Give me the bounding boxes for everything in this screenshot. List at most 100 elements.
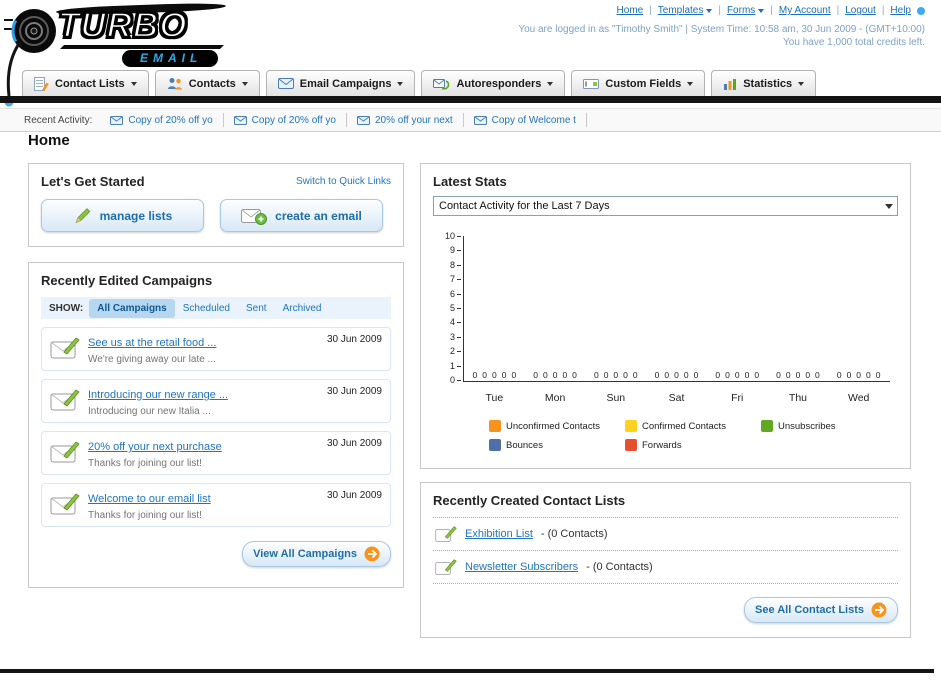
nav-link-my-account[interactable]: My Account	[779, 5, 831, 16]
chart-value-label: 0	[725, 370, 730, 380]
chart-value-group: 00000	[646, 370, 707, 380]
recent-campaigns-panel: Recently Edited Campaigns SHOW: All Camp…	[28, 262, 404, 588]
email-campaigns-icon	[277, 78, 294, 89]
tab-autoresponders[interactable]: Autoresponders	[421, 70, 566, 96]
x-axis-label: Wed	[847, 392, 870, 404]
tab-custom-fields[interactable]: Custom Fields	[571, 70, 706, 96]
chart-value-label: 0	[593, 370, 599, 380]
legend-label: Unconfirmed Contacts	[506, 420, 600, 432]
chart-value-label: 0	[632, 370, 638, 380]
chart-value-label: 0	[654, 370, 660, 380]
autoresponders-icon	[433, 78, 450, 90]
recent-activity-item-label: Copy of 20% off yo	[251, 114, 336, 126]
nav-link-logout[interactable]: Logout	[845, 5, 876, 16]
y-axis-tick: 9	[433, 246, 461, 255]
chevron-down-icon	[397, 81, 404, 86]
recent-activity-item[interactable]: 20% off your next	[347, 113, 464, 127]
legend-swatch	[625, 420, 637, 432]
switch-quick-links-link[interactable]: Switch to Quick Links	[296, 176, 391, 187]
view-all-campaigns-button[interactable]: View All Campaigns	[242, 541, 391, 567]
recent-activity-item[interactable]: Copy of 20% off yo	[224, 113, 347, 127]
tab-label: Statistics	[743, 77, 793, 90]
recent-activity-bar: Recent Activity: Copy of 20% off yo Copy…	[0, 108, 941, 132]
filter-scheduled[interactable]: Scheduled	[175, 299, 238, 318]
pencil-icon	[75, 207, 90, 223]
tab-contacts[interactable]: Contacts	[154, 70, 260, 96]
chart-value-groups: 00000000000000000000000000000000000	[464, 370, 889, 380]
chevron-down-icon	[758, 8, 765, 13]
recent-activity-item-label: Copy of Welcome t	[491, 114, 576, 126]
create-email-button[interactable]: create an email	[220, 199, 383, 232]
y-axis-tick: 5	[433, 303, 461, 313]
header: TURBO EMAIL Home Templates Forms My Acco…	[0, 0, 941, 107]
recent-activity-item[interactable]: Copy of Welcome t	[464, 113, 587, 127]
legend-swatch	[489, 420, 501, 432]
nav-link-label: Forms	[726, 5, 756, 16]
legend-item: Unsubscribes	[761, 420, 897, 432]
recent-contact-lists-panel: Recently Created Contact Lists Exhibitio…	[420, 482, 911, 638]
legend-label: Forwards	[642, 439, 682, 451]
filter-sent[interactable]: Sent	[238, 299, 275, 318]
statistics-icon	[724, 78, 737, 90]
campaign-title-link[interactable]: 20% off your next purchase	[88, 441, 222, 453]
campaign-title-link[interactable]: See us at the retail food ...	[88, 337, 216, 349]
manage-lists-button[interactable]: manage lists	[41, 199, 204, 232]
arrow-right-icon	[871, 602, 887, 618]
contact-list-link[interactable]: Newsletter Subscribers	[465, 561, 578, 573]
filter-archived[interactable]: Archived	[275, 299, 330, 318]
list-edit-icon	[435, 559, 457, 575]
email-edit-icon	[50, 333, 80, 365]
latest-stats-title: Latest Stats	[433, 174, 507, 189]
campaign-subtitle: Introducing our new Italia ...	[88, 406, 211, 417]
recent-activity-item[interactable]: Copy of 20% off yo	[100, 113, 224, 127]
chevron-down-icon	[241, 81, 248, 86]
chevron-down-icon	[687, 81, 694, 86]
chevron-down-icon	[130, 81, 137, 86]
app-logo[interactable]: TURBO EMAIL	[4, 2, 264, 107]
recent-campaigns-title: Recently Edited Campaigns	[41, 273, 213, 288]
campaign-subtitle: Thanks for joining our list!	[88, 458, 202, 469]
envelope-icon	[473, 115, 487, 125]
tab-contact-lists[interactable]: Contact Lists	[22, 70, 149, 96]
get-started-panel: Let's Get Started Switch to Quick Links …	[28, 163, 404, 247]
custom-fields-icon	[583, 78, 600, 89]
nav-link-forms[interactable]: Forms	[726, 5, 765, 16]
chevron-down-icon	[798, 81, 805, 86]
chart-value-label: 0	[856, 370, 862, 380]
contacts-icon	[167, 78, 182, 90]
tab-label: Contacts	[188, 77, 236, 90]
stats-range-select[interactable]: Contact Activity for the Last 7 Days	[433, 196, 898, 216]
contact-list-link[interactable]: Exhibition List	[465, 528, 533, 540]
chart-value-label: 0	[552, 370, 558, 380]
tab-email-campaigns[interactable]: Email Campaigns	[265, 70, 416, 96]
tab-statistics[interactable]: Statistics	[711, 70, 817, 96]
chart-plot-area	[463, 236, 890, 382]
logo-text-turbo: TURBO	[57, 6, 188, 45]
x-axis-label: Sat	[668, 392, 685, 404]
tab-label: Contact Lists	[55, 77, 125, 90]
chart-legend: Unconfirmed Contacts Confirmed Contacts Un…	[489, 420, 899, 451]
campaign-date: 30 Jun 2009	[326, 386, 382, 397]
chart-value-group: 00000	[525, 370, 586, 380]
tab-label: Email Campaigns	[299, 77, 392, 90]
chart-value-label: 0	[776, 370, 781, 380]
chart-value-group: 00000	[768, 370, 829, 380]
campaign-title-link[interactable]: Introducing our new range ...	[88, 389, 228, 401]
chart-value-label: 0	[533, 370, 538, 380]
filter-all-campaigns[interactable]: All Campaigns	[89, 298, 175, 318]
header-nav: Home Templates Forms My Account Logout H…	[616, 5, 925, 16]
campaign-title-link[interactable]: Welcome to our email list	[88, 493, 211, 505]
chart-value-group: 00000	[585, 370, 646, 380]
campaign-list-item: Welcome to our email list Thanks for joi…	[41, 483, 391, 527]
list-edit-icon	[435, 526, 457, 542]
legend-label: Confirmed Contacts	[642, 420, 726, 432]
see-all-contact-lists-button[interactable]: See All Contact Lists	[743, 597, 898, 623]
chart-value-label: 0	[613, 370, 619, 380]
nav-link-help[interactable]: Help	[890, 5, 911, 16]
x-axis-label: Thu	[788, 392, 807, 404]
nav-link-home[interactable]: Home	[616, 5, 643, 16]
campaign-subtitle: Thanks for joining our list!	[88, 510, 202, 521]
chart-value-label: 0	[693, 370, 699, 380]
logo-underline	[60, 45, 224, 49]
nav-link-templates[interactable]: Templates	[658, 5, 713, 16]
